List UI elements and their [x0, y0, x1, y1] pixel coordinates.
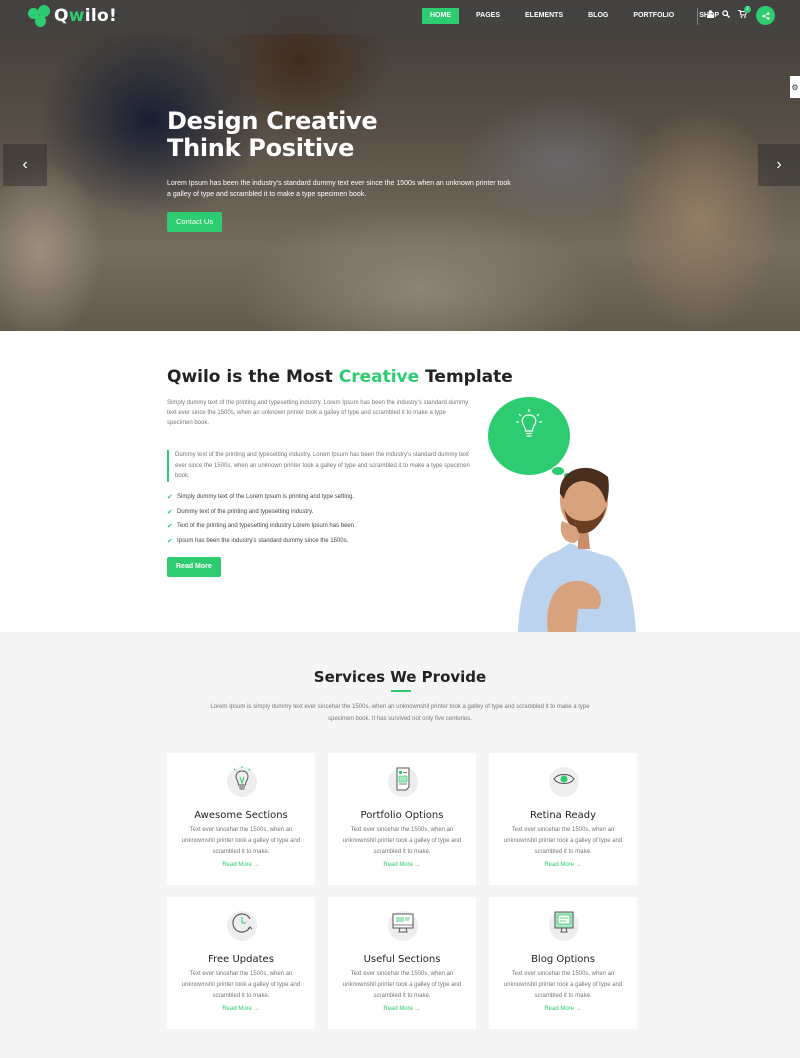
settings-panel-toggle[interactable]: ⚙	[790, 76, 800, 98]
feature-checklist: ✔ Simply dummy text of the Lorem Ipsum is…	[167, 490, 356, 548]
cart-count-badge: 2	[744, 6, 751, 13]
service-card: Portfolio Options Text ever sincehar the…	[328, 753, 476, 885]
card-text: Text ever sincehar the 1500s, when an un…	[503, 971, 623, 999]
checklist-item: ✔ Dummy text of the printing and typesett…	[167, 508, 314, 516]
clock-refresh-icon	[232, 913, 253, 933]
monitor-blog-icon	[554, 911, 574, 933]
slider-next-button[interactable]: ›	[758, 144, 800, 186]
nav-item-pages[interactable]: PAGES	[468, 8, 508, 24]
hero-text: Lorem Ipsum has been the industry's stan…	[167, 180, 511, 198]
service-card: Retina Ready Text ever sincehar the 1500…	[489, 753, 637, 885]
user-icon	[707, 10, 714, 18]
checklist-item: ✔ Text of the printing and typesetting in…	[167, 523, 356, 531]
about-section: Qwilo is the Most Creative Template Simp…	[0, 331, 800, 632]
monitor-icon	[392, 913, 414, 933]
card-read-more-link[interactable]: Read More →	[167, 862, 315, 868]
card-title: Free Updates	[208, 954, 274, 965]
nav-divider	[697, 8, 698, 25]
nav-item-portfolio[interactable]: PORTFOLIO	[625, 8, 682, 24]
card-title: Retina Ready	[529, 810, 597, 821]
logo-text: Qwilo!	[54, 6, 118, 26]
card-text: Text ever sincehar the 1500s, when an un…	[503, 827, 623, 855]
card-text: Text ever sincehar the 1500s, when an un…	[342, 971, 462, 999]
document-icon	[396, 767, 410, 791]
hero-title: Design Creative Think Positive	[167, 108, 527, 162]
about-paragraph: Simply dummy text of the printing and ty…	[167, 400, 469, 426]
nav-item-blog[interactable]: BLOG	[580, 8, 616, 24]
user-button[interactable]	[707, 10, 714, 20]
services-title: Services We Provide	[313, 668, 487, 686]
chevron-left-icon: ‹	[22, 156, 28, 173]
lightbulb-icon	[516, 409, 542, 437]
read-more-button[interactable]: Read More	[167, 557, 221, 577]
title-underline	[391, 690, 411, 692]
main-nav: HOME PAGES ELEMENTS BLOG PORTFOLIO SHOP	[422, 8, 736, 24]
check-icon: ✔	[167, 537, 173, 545]
eye-icon	[553, 773, 575, 785]
service-card: Blog Options Text ever sincehar the 1500…	[489, 897, 637, 1029]
search-button[interactable]	[722, 10, 730, 20]
check-icon: ✔	[167, 523, 173, 531]
service-card: Free Updates Text ever sincehar the 1500…	[167, 897, 315, 1029]
checklist-item: ✔ Simply dummy text of the Lorem Ipsum is…	[167, 494, 355, 502]
card-text: Text ever sincehar the 1500s, when an un…	[181, 827, 301, 855]
page: Design Creative Think Positive Lorem Ips…	[0, 0, 800, 1058]
card-read-more-link[interactable]: Read More →	[167, 1006, 315, 1012]
checklist-item: ✔ Ipsum has been the industry's standard …	[167, 537, 349, 545]
services-subtitle: Lorem Ipsum is simply dummy text ever si…	[210, 704, 590, 722]
logo[interactable]: Qwilo!	[28, 5, 117, 27]
share-button[interactable]	[756, 6, 775, 25]
card-title: Blog Options	[531, 954, 595, 965]
chevron-right-icon: ›	[776, 156, 782, 173]
site-header: Qwilo! HOME PAGES ELEMENTS BLOG PORTFOLI…	[0, 0, 800, 34]
card-title: Portfolio Options	[360, 810, 444, 821]
thinking-man-image	[518, 467, 636, 632]
gear-icon: ⚙	[791, 82, 799, 92]
hero-slider: Design Creative Think Positive Lorem Ips…	[0, 0, 800, 331]
service-card: Useful Sections Text ever sincehar the 1…	[328, 897, 476, 1029]
check-icon: ✔	[167, 508, 173, 516]
card-read-more-link[interactable]: Read More →	[328, 1006, 476, 1012]
card-read-more-link[interactable]: Read More →	[489, 1006, 637, 1012]
hero-content: Design Creative Think Positive Lorem Ips…	[167, 108, 527, 232]
services-section: Services We Provide Lorem Ipsum is simpl…	[0, 632, 800, 1058]
hero-title-line1: Design Creative	[167, 107, 378, 135]
card-read-more-link[interactable]: Read More →	[489, 862, 637, 868]
card-read-more-link[interactable]: Read More →	[328, 862, 476, 868]
card-text: Text ever sincehar the 1500s, when an un…	[342, 827, 462, 855]
logo-mark-icon	[28, 5, 50, 27]
slider-prev-button[interactable]: ‹	[3, 144, 47, 186]
hero-title-line2: Think Positive	[167, 134, 355, 162]
lightbulb-icon	[233, 766, 251, 790]
nav-item-home[interactable]: HOME	[422, 8, 459, 24]
contact-us-button[interactable]: Contact Us	[167, 212, 223, 232]
about-quote: Dummy text of the printing and typesetti…	[167, 450, 477, 482]
card-title: Awesome Sections	[194, 810, 288, 821]
share-icon	[761, 11, 770, 20]
card-title: Useful Sections	[363, 954, 441, 965]
search-icon	[722, 10, 730, 18]
about-title: Qwilo is the Most Creative Template	[167, 367, 513, 387]
card-text: Text ever sincehar the 1500s, when an un…	[181, 971, 301, 999]
nav-item-elements[interactable]: ELEMENTS	[517, 8, 571, 24]
check-icon: ✔	[167, 494, 173, 502]
service-card: Awesome Sections Text ever sincehar the …	[167, 753, 315, 885]
